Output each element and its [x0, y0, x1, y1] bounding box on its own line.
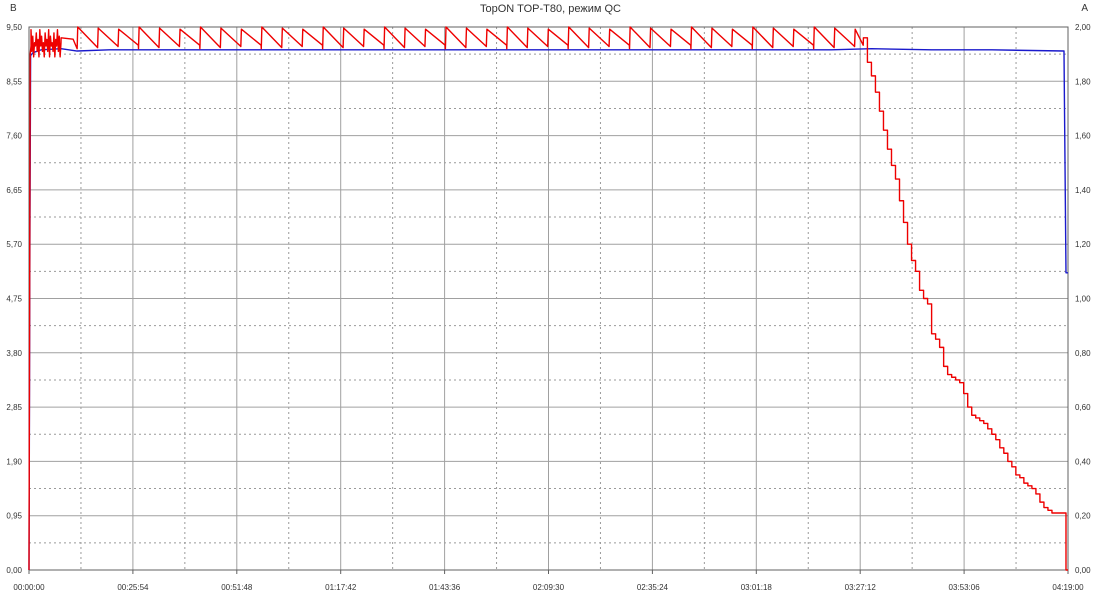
right-y-tick-label: 0,80: [1075, 349, 1091, 358]
right-y-tick-label: 0,60: [1075, 403, 1091, 412]
x-tick-label: 03:27:12: [845, 583, 877, 592]
left-y-tick-label: 1,90: [6, 457, 22, 466]
left-y-tick-label: 5,70: [6, 240, 22, 249]
right-y-tick-label: 1,60: [1075, 132, 1091, 141]
x-tick-label: 03:53:06: [949, 583, 981, 592]
right-y-tick-label: 1,00: [1075, 295, 1091, 304]
x-tick-label: 01:17:42: [325, 583, 357, 592]
x-tick-label: 03:01:18: [741, 583, 773, 592]
left-y-tick-label: 8,55: [6, 77, 22, 86]
right-y-tick-label: 0,00: [1075, 566, 1091, 575]
x-tick-label: 04:19:00: [1052, 583, 1084, 592]
left-y-tick-label: 6,65: [6, 186, 22, 195]
right-y-tick-label: 1,80: [1075, 77, 1091, 86]
left-y-tick-label: 9,50: [6, 23, 22, 32]
left-y-tick-label: 7,60: [6, 132, 22, 141]
left-y-tick-label: 4,75: [6, 295, 22, 304]
right-y-tick-label: 1,40: [1075, 186, 1091, 195]
left-y-tick-label: 0,00: [6, 566, 22, 575]
x-tick-label: 00:00:00: [13, 583, 45, 592]
x-tick-label: 01:43:36: [429, 583, 461, 592]
chart-container: TopON TOP-T80, режим QC В А 00:00:00 00:2…: [0, 0, 1101, 600]
x-tick-label: 02:35:24: [637, 583, 669, 592]
left-y-tick-label: 3,80: [6, 349, 22, 358]
right-y-tick-label: 1,20: [1075, 240, 1091, 249]
right-y-tick-label: 0,20: [1075, 512, 1091, 521]
x-tick-label: 00:51:48: [221, 583, 253, 592]
chart-plot-area: 00:00:00 00:25:54 00:51:48 01:17:42 01:43:36…: [6, 23, 1091, 592]
left-y-tick-label: 0,95: [6, 512, 22, 521]
x-tick-label: 00:25:54: [117, 583, 149, 592]
left-y-tick-label: 2,85: [6, 403, 22, 412]
right-y-tick-label: 2,00: [1075, 23, 1091, 32]
right-y-tick-label: 0,40: [1075, 457, 1091, 466]
x-tick-label: 02:09:30: [533, 583, 565, 592]
